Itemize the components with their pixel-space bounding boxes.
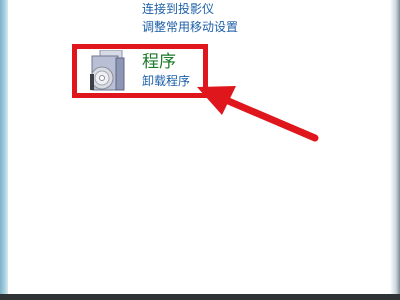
- connect-projector-link[interactable]: 连接到投影仪: [142, 0, 214, 17]
- adjust-mobility-settings-link[interactable]: 调整常用移动设置: [142, 18, 238, 35]
- window-left-edge: [0, 0, 8, 300]
- annotation-highlight-box: [72, 44, 208, 98]
- window-right-edge: [390, 0, 400, 300]
- taskbar-edge: [0, 294, 400, 300]
